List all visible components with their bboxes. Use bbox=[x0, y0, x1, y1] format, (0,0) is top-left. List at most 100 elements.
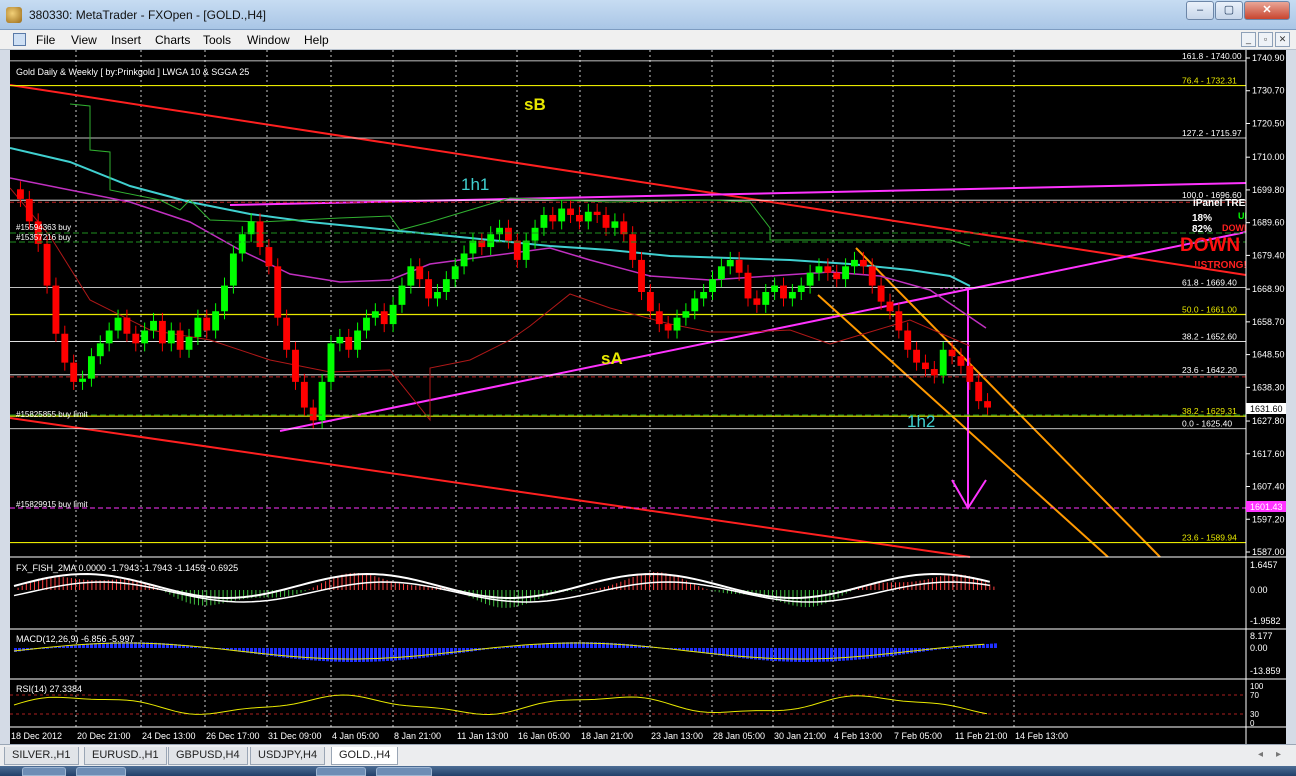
macd-bar bbox=[958, 646, 961, 648]
macd-bar bbox=[362, 648, 365, 662]
menu-file[interactable]: File bbox=[36, 33, 55, 47]
macd-bar bbox=[374, 648, 377, 662]
macd-bar bbox=[350, 648, 353, 662]
candle-body bbox=[469, 240, 477, 254]
candle-body bbox=[806, 272, 814, 286]
macd-bar bbox=[318, 648, 321, 661]
fisher-axis-mid: 0.00 bbox=[1250, 585, 1268, 595]
candle-body bbox=[877, 285, 885, 302]
candle-body bbox=[345, 336, 353, 350]
order-label-1: #15594363 buy bbox=[16, 223, 71, 232]
candle-body bbox=[123, 317, 131, 334]
price-label: 1740.90 bbox=[1252, 53, 1285, 63]
candle-body bbox=[859, 259, 867, 267]
taskbar-button-3[interactable] bbox=[376, 767, 432, 776]
chart-restore-button[interactable]: ▫ bbox=[1258, 32, 1273, 47]
candle-body bbox=[611, 221, 619, 228]
candle-body bbox=[309, 407, 317, 421]
candle-body bbox=[797, 285, 805, 292]
macd-bar bbox=[458, 648, 461, 654]
close-button[interactable]: ✕ bbox=[1244, 1, 1290, 20]
gold-h4-chart[interactable]: 161.8 - 1740.00 76.4 - 1732.31 127.2 - 171… bbox=[10, 50, 1286, 744]
trend-up-pct: 18% bbox=[1192, 213, 1212, 224]
time-label: 24 Dec 13:00 bbox=[142, 731, 196, 741]
candle-body bbox=[815, 266, 823, 273]
candle-body bbox=[895, 311, 903, 331]
candle-body bbox=[398, 285, 406, 305]
macd-bar bbox=[438, 648, 441, 656]
tab-silver-h1[interactable]: SILVER.,H1 bbox=[4, 747, 79, 765]
tab-gold-h4[interactable]: GOLD.,H4 bbox=[331, 747, 399, 765]
menu-window[interactable]: Window bbox=[247, 33, 290, 47]
tabs-scroll-right-icon[interactable]: ▸ bbox=[1276, 749, 1281, 760]
candle-body bbox=[425, 279, 433, 299]
minimize-button[interactable]: – bbox=[1186, 1, 1214, 20]
price-label: 1648.50 bbox=[1252, 350, 1285, 360]
trend-big-down: DOWN bbox=[1180, 235, 1240, 256]
tab-usdjpy-h4[interactable]: USDJPY,H4 bbox=[250, 747, 326, 765]
metatrader-app-icon bbox=[6, 7, 22, 23]
menu-insert[interactable]: Insert bbox=[111, 33, 141, 47]
macd-bar bbox=[322, 648, 325, 662]
macd-bar bbox=[990, 643, 993, 648]
chart-tabs: SILVER.,H1 EURUSD.,H1 GBPUSD,H4 USDJPY,H… bbox=[0, 744, 1296, 766]
label-sb: sB bbox=[524, 95, 546, 114]
candle-body bbox=[966, 365, 974, 382]
macd-bar bbox=[850, 648, 853, 661]
fisher-label: FX_FISH_2MA 0.0000 -1.7943 -1.7943 -1.14… bbox=[16, 563, 238, 573]
macd-bar bbox=[778, 648, 781, 662]
price-label: 1679.40 bbox=[1252, 250, 1285, 260]
candle-body bbox=[726, 259, 734, 267]
chart-window-controls: _ ▫ ✕ bbox=[1239, 32, 1290, 47]
maximize-button[interactable]: ▢ bbox=[1215, 1, 1243, 20]
macd-bar bbox=[442, 648, 445, 656]
menu-charts[interactable]: Charts bbox=[155, 33, 190, 47]
macd-bar bbox=[798, 648, 801, 662]
chart-window-icon[interactable] bbox=[13, 33, 26, 46]
candle-body bbox=[292, 349, 299, 382]
candle-body bbox=[780, 285, 787, 299]
macd-bar bbox=[890, 648, 893, 656]
macd-bar bbox=[842, 648, 845, 661]
candle-body bbox=[939, 349, 947, 376]
candle-body bbox=[327, 343, 335, 382]
macd-bar bbox=[410, 648, 413, 660]
time-label: 11 Jan 13:00 bbox=[457, 731, 508, 741]
macd-bar bbox=[902, 648, 905, 655]
current-price-tag: 1631.60 bbox=[1250, 404, 1283, 414]
taskbar-button-2[interactable] bbox=[316, 767, 366, 776]
macd-bar bbox=[330, 648, 333, 662]
macd-bar bbox=[426, 648, 429, 658]
menu-bar: File View Insert Charts Tools Window Hel… bbox=[0, 30, 1296, 50]
candle-body bbox=[283, 317, 291, 350]
candle-body bbox=[52, 285, 60, 334]
macd-bar bbox=[454, 648, 457, 654]
candle-body bbox=[851, 259, 858, 267]
time-axis: 18 Dec 2012 20 Dec 21:00 24 Dec 13:00 26 De… bbox=[11, 731, 1068, 741]
taskbar-button-1[interactable] bbox=[76, 767, 126, 776]
trend-down-pct: 82% bbox=[1192, 224, 1212, 235]
chart-close-button[interactable]: ✕ bbox=[1275, 32, 1290, 47]
menu-view[interactable]: View bbox=[71, 33, 97, 47]
candle-body bbox=[505, 227, 512, 241]
macd-bar bbox=[386, 648, 389, 661]
candle-body bbox=[247, 221, 255, 235]
chart-minimize-button[interactable]: _ bbox=[1241, 32, 1256, 47]
macd-bar bbox=[802, 648, 805, 662]
macd-bar bbox=[346, 648, 349, 662]
candle-body bbox=[43, 243, 51, 286]
macd-bar bbox=[786, 648, 789, 662]
taskbar-start-orb[interactable] bbox=[22, 767, 66, 776]
tab-eurusd-h1[interactable]: EURUSD.,H1 bbox=[84, 747, 167, 765]
menu-help[interactable]: Help bbox=[304, 33, 329, 47]
candle-body bbox=[363, 317, 370, 331]
candle-body bbox=[487, 234, 495, 248]
macd-bar bbox=[342, 648, 345, 662]
tab-gbpusd-h4[interactable]: GBPUSD,H4 bbox=[168, 747, 248, 765]
candle-body bbox=[602, 214, 610, 228]
tabs-scroll-left-icon[interactable]: ◂ bbox=[1258, 749, 1263, 760]
candle-body bbox=[709, 279, 716, 292]
macd-bar bbox=[846, 648, 849, 661]
menu-tools[interactable]: Tools bbox=[203, 33, 231, 47]
macd-bar bbox=[358, 648, 361, 662]
